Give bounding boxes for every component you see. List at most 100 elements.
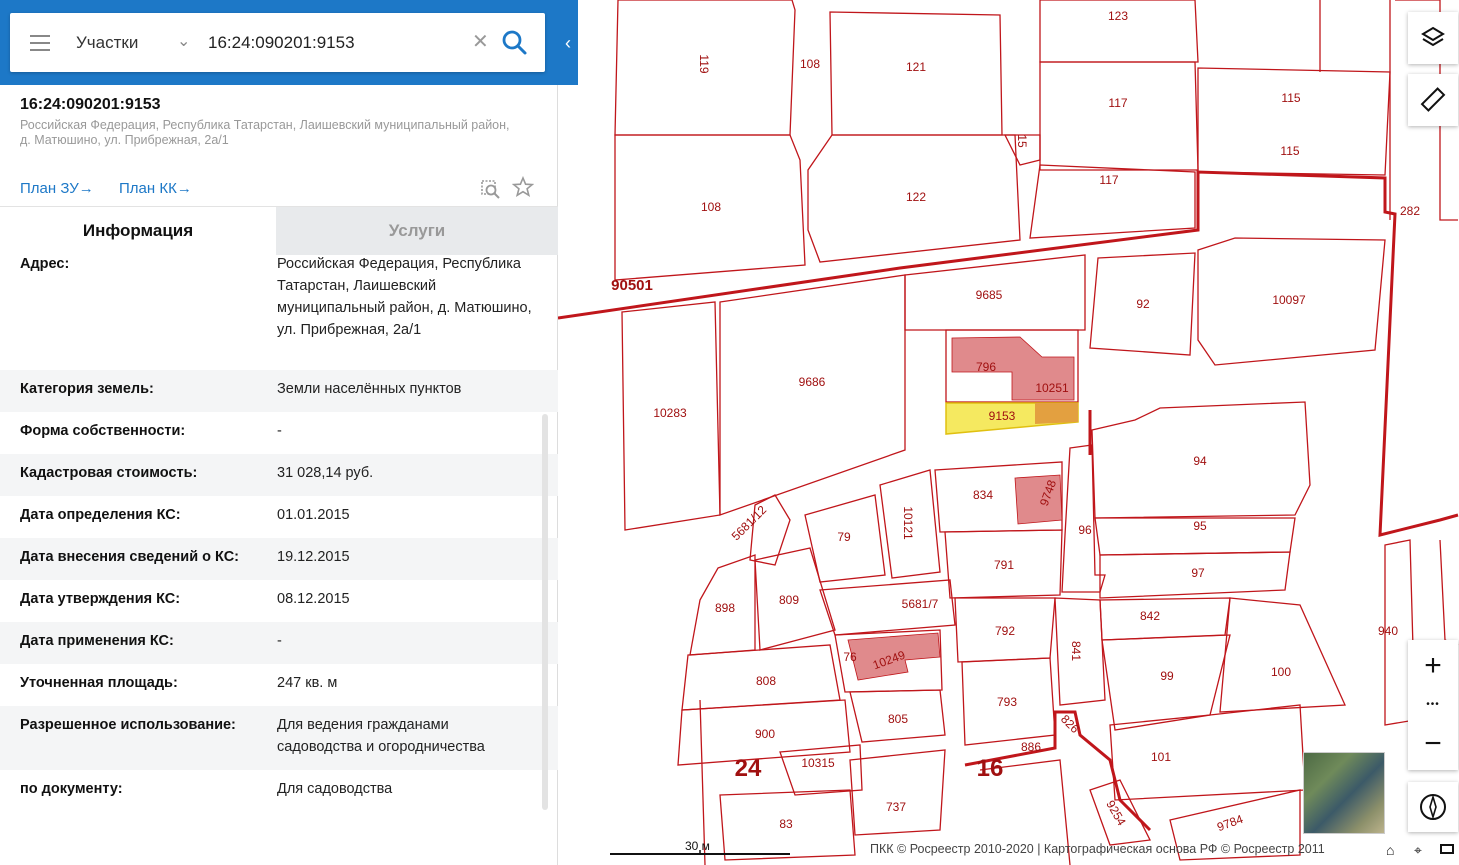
info-row: Дата определения КС: 01.01.2015 [0, 496, 558, 538]
info-row-label: Форма собственности: [20, 423, 186, 439]
search-header: Участки ⌄ ✕ ‹ [0, 0, 578, 85]
home-icon[interactable]: ⌂ [1386, 842, 1394, 858]
clear-icon[interactable]: ✕ [472, 29, 489, 54]
parcel-label: 121 [906, 60, 926, 74]
parcel-label: 24 [735, 755, 762, 782]
plan-zu-link[interactable]: План ЗУ→ [20, 180, 94, 197]
cadastral-map[interactable]: 123 119 108 121 117 115 115 15 117 122 108 282 90501… [558, 0, 1459, 865]
info-row-label: по документу: [20, 781, 123, 797]
search-input[interactable] [206, 29, 470, 57]
search-box[interactable]: Участки ⌄ ✕ [10, 13, 545, 72]
info-row-label: Разрешенное использование: [20, 717, 236, 733]
parcel-label: 10097 [1272, 293, 1306, 307]
parcel-label: 791 [994, 558, 1014, 572]
parcel-label: 792 [995, 624, 1015, 638]
info-row: Разрешенное использование: Для ведения гр… [0, 706, 558, 770]
info-row-value: Для садоводства [277, 781, 393, 797]
parcel-label: 841 [1069, 641, 1083, 661]
parcel-label: 834 [973, 488, 993, 502]
info-row: Дата внесения сведений о КС: 19.12.2015 [0, 538, 558, 580]
parcel-label: 9254 [1103, 798, 1129, 828]
layers-button[interactable] [1408, 12, 1458, 64]
map-canvas[interactable]: 123 119 108 121 117 115 115 15 117 122 108 282 90501… [558, 0, 1459, 865]
parcel-100[interactable] [1219, 597, 1346, 713]
info-row-label: Категория земель: [20, 381, 154, 397]
plan-kk-label: План КК [119, 180, 177, 197]
menu-icon[interactable] [30, 35, 50, 51]
parcel-label: 5681/12 [729, 502, 770, 543]
info-row-value: 247 кв. м [277, 675, 338, 691]
plan-kk-link[interactable]: План КК→ [119, 180, 192, 197]
tab-information[interactable]: Информация [0, 207, 276, 255]
parcel-label: 100 [1271, 665, 1291, 679]
parcel-label: 10283 [653, 406, 687, 420]
info-row-value: - [277, 633, 282, 649]
search-icon[interactable] [500, 28, 528, 56]
parcel-label: 97 [1191, 566, 1205, 580]
parcel-label: 115 [1281, 91, 1300, 105]
compass-button[interactable] [1408, 782, 1458, 832]
info-row-label: Уточненная площадь: [20, 675, 178, 691]
chevron-down-icon[interactable]: ⌄ [177, 31, 190, 51]
info-row-label: Дата определения КС: [20, 507, 181, 523]
parcel-label: 95 [1193, 519, 1207, 533]
ruler-icon [1420, 87, 1446, 112]
info-row-value: Земли населённых пунктов [277, 381, 462, 397]
parcel-label: 101 [1151, 750, 1171, 764]
info-row: Форма собственности: - [0, 412, 558, 454]
info-row-value: Для ведения гражданами садоводства и ого… [277, 717, 485, 755]
parcel-842[interactable] [1099, 597, 1231, 641]
zoom-out-button[interactable]: − [1408, 720, 1458, 768]
building-overlap [1035, 403, 1078, 424]
info-row-label: Кадастровая стоимость: [20, 465, 198, 481]
parcel-label: 122 [906, 190, 926, 204]
parcel-label: 793 [997, 695, 1017, 709]
parcel-9686[interactable] [719, 274, 906, 516]
arrow-right-icon: → [176, 180, 192, 197]
star-icon[interactable] [512, 176, 534, 198]
parcel-label: 5681/7 [902, 597, 939, 611]
parcel-label: 809 [779, 593, 799, 607]
info-row: по документу: Для садоводства [0, 770, 558, 812]
collapse-panel-icon[interactable]: ‹ [558, 30, 578, 56]
parcel-117[interactable] [1039, 61, 1199, 171]
tab-services[interactable]: Услуги [276, 207, 558, 255]
parcel-label: 842 [1140, 609, 1160, 623]
parcel-label: 9153 [989, 409, 1016, 423]
info-row-label: Дата внесения сведений о КС: [20, 549, 240, 565]
measure-button[interactable] [1408, 74, 1458, 126]
parcel-label: 119 [697, 54, 711, 73]
parcel-737[interactable] [849, 749, 946, 836]
parcel-label: 115 [1280, 144, 1299, 158]
zoom-to-parcel-icon[interactable] [480, 178, 502, 200]
info-row-value: 01.01.2015 [277, 507, 350, 523]
parcel-label: 92 [1136, 297, 1150, 311]
parcel-101[interactable] [1109, 704, 1306, 801]
parcel-label: 15 [1015, 134, 1029, 148]
info-row-value: Российская Федерация, Республика Татарст… [277, 256, 532, 338]
info-row: Уточненная площадь: 247 кв. м [0, 664, 558, 706]
parcel-address-summary: Российская Федерация, Республика Татарст… [20, 118, 510, 147]
parcel-label: 808 [756, 674, 776, 688]
parcel-label: 10315 [801, 756, 835, 770]
parcel-label: 117 [1108, 96, 1127, 110]
info-row-value: 19.12.2015 [277, 549, 350, 565]
scrollbar[interactable] [542, 414, 548, 810]
info-row: Дата применения КС: - [0, 622, 558, 664]
more-button[interactable]: ••• [1408, 692, 1458, 718]
basemap-thumbnail[interactable] [1303, 752, 1385, 834]
zoom-control: + ••• − [1408, 640, 1458, 770]
zoom-in-button[interactable]: + [1408, 642, 1458, 690]
scale-label: 30 м [685, 839, 710, 853]
parcel-label: 94 [1193, 454, 1207, 468]
fullscreen-icon[interactable] [1440, 844, 1454, 854]
search-mode-select[interactable]: Участки [76, 33, 138, 53]
parcel-label: 10251 [1035, 381, 1069, 395]
parcel-label: 76 [843, 650, 857, 664]
parcel-label: 99 [1160, 669, 1174, 683]
parcel-label: 886 [1021, 740, 1041, 754]
parcel-label: 123 [1108, 9, 1128, 23]
locate-icon[interactable]: ⌖ [1414, 842, 1422, 859]
parcel-115[interactable] [1197, 67, 1391, 176]
parcel-label: 898 [715, 601, 735, 615]
